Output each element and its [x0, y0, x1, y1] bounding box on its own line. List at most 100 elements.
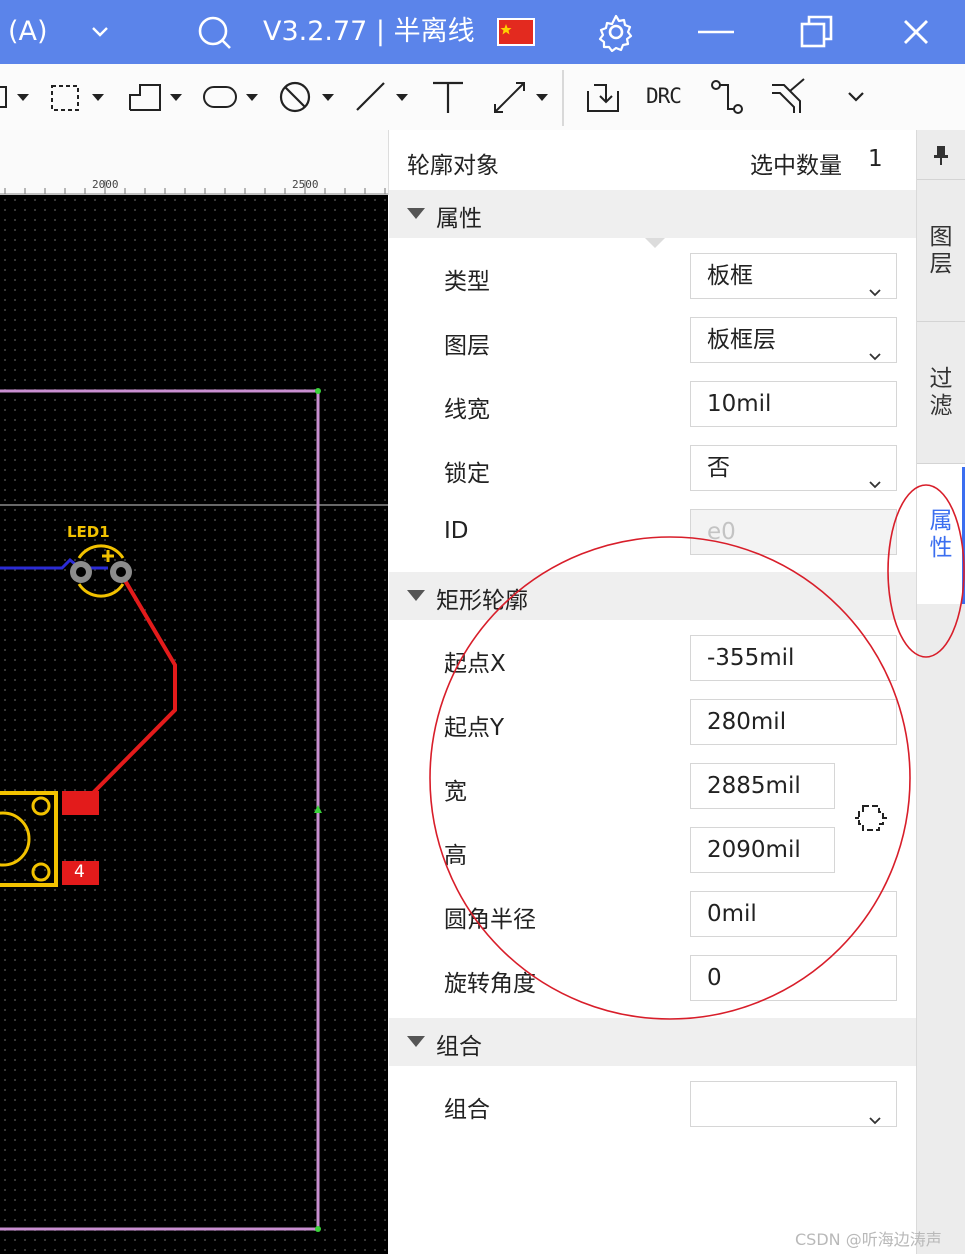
toolbar-separator	[562, 70, 564, 126]
width-input[interactable]: 2885mil	[690, 763, 835, 809]
field-label: 高	[444, 843, 467, 869]
tab-layers[interactable]: 图层	[917, 224, 965, 280]
led-silkscreen-arc	[77, 544, 125, 559]
ruler-tick-label: 2000	[92, 178, 119, 191]
minimize-icon[interactable]	[696, 12, 736, 52]
outline-vertex[interactable]	[315, 388, 321, 394]
row-id: ID e0	[389, 501, 916, 565]
pcb-canvas[interactable]: LED1 4	[0, 195, 388, 1254]
more-tools-chevron-icon[interactable]	[838, 77, 874, 117]
switch-mount-hole	[31, 862, 51, 882]
layer-select[interactable]: 板框层	[690, 317, 897, 363]
field-label: 图层	[444, 333, 490, 359]
tab-divider	[917, 321, 965, 322]
row-layer: 图层 板框层	[389, 309, 916, 373]
ruler-tick-label: 2500	[292, 178, 319, 191]
chevron-down-icon[interactable]	[80, 12, 120, 52]
drc-button[interactable]: DRC	[646, 84, 682, 108]
differential-route-icon[interactable]	[770, 77, 810, 117]
field-label: 起点Y	[444, 715, 505, 741]
selected-count-label: 选中数量	[750, 153, 842, 179]
row-rotation: 旋转角度 0	[389, 947, 916, 1011]
field-label: 旋转角度	[444, 971, 536, 997]
section-header-properties[interactable]: 属性	[389, 190, 916, 238]
lock-ratio-icon[interactable]	[853, 798, 889, 838]
section-title: 矩形轮廓	[436, 588, 528, 614]
forbidden-area-tool-icon[interactable]	[276, 77, 338, 117]
row-start-y: 起点Y 280mil	[389, 691, 916, 755]
pad-number: 4	[74, 862, 85, 882]
chevron-down-icon	[868, 270, 882, 314]
start-y-input[interactable]: 280mil	[690, 699, 897, 745]
edition-label: (A)	[8, 16, 48, 47]
selection-tool-icon[interactable]	[48, 77, 110, 117]
field-label: 宽	[444, 779, 467, 805]
section-title: 属性	[436, 206, 482, 232]
row-type: 类型 板框	[389, 245, 916, 309]
led-silkscreen-arc	[77, 583, 125, 598]
toolbar: DRC	[0, 64, 965, 131]
panel-header: 轮廓对象 选中数量 1	[389, 130, 916, 190]
text-tool-icon[interactable]	[428, 77, 468, 117]
top-layer-track[interactable]	[72, 570, 177, 800]
dimension-tool-icon[interactable]	[490, 77, 554, 117]
switch-pad[interactable]	[62, 791, 99, 815]
chevron-down-icon	[868, 334, 882, 378]
lock-select[interactable]: 否	[690, 445, 897, 491]
watermark: CSDN @听海边涛声	[795, 1230, 942, 1249]
field-label: ID	[444, 518, 469, 544]
chevron-down-icon	[868, 1098, 882, 1142]
switch-mount-hole	[31, 796, 51, 816]
oval-tool-icon[interactable]	[200, 77, 266, 117]
board-outline-tool-icon[interactable]	[0, 77, 36, 117]
route-tool-icon[interactable]	[708, 77, 748, 117]
led-pad-hole	[76, 567, 86, 577]
restore-icon[interactable]	[797, 12, 837, 52]
outline-midpoint[interactable]	[314, 805, 322, 813]
corner-radius-input[interactable]: 0mil	[690, 891, 897, 937]
type-select[interactable]: 板框	[690, 253, 897, 299]
field-label: 类型	[444, 269, 490, 295]
outline-vertex[interactable]	[315, 1226, 321, 1232]
group-select[interactable]	[690, 1081, 897, 1127]
row-group: 组合	[389, 1073, 916, 1137]
tab-divider	[917, 179, 965, 180]
rotation-input[interactable]: 0	[690, 955, 897, 1001]
led-pad-hole	[116, 567, 126, 577]
start-x-input[interactable]: -355mil	[690, 635, 897, 681]
bottom-layer-track[interactable]	[0, 557, 108, 570]
search-icon[interactable]	[194, 12, 234, 52]
collapse-triangle-icon[interactable]	[407, 208, 425, 219]
china-flag-icon[interactable]	[497, 18, 535, 46]
polyline-tool-icon[interactable]	[126, 77, 188, 117]
row-start-x: 起点X -355mil	[389, 627, 916, 691]
field-label: 线宽	[444, 397, 490, 423]
version-label: V3.2.77 | 半离线	[263, 16, 475, 47]
title-bar: (A) V3.2.77 | 半离线	[0, 0, 965, 64]
close-icon[interactable]	[896, 12, 936, 52]
pin-icon[interactable]	[931, 144, 951, 170]
collapse-triangle-icon[interactable]	[407, 1036, 425, 1047]
height-input[interactable]: 2090mil	[690, 827, 835, 873]
row-height: 高 2090mil	[389, 819, 916, 883]
panel-title: 轮廓对象	[407, 153, 499, 179]
tab-filter[interactable]: 过滤	[917, 366, 965, 422]
section-header-group[interactable]: 组合	[389, 1018, 916, 1066]
line-width-input[interactable]: 10mil	[690, 381, 897, 427]
tab-properties[interactable]: 属性	[917, 464, 965, 604]
switch-button-circle	[0, 811, 31, 867]
row-corner-radius: 圆角半径 0mil	[389, 883, 916, 947]
section-header-rect-outline[interactable]: 矩形轮廓	[389, 572, 916, 620]
gear-icon[interactable]	[596, 12, 636, 52]
top-ruler: 2000 2500	[0, 130, 389, 195]
chevron-down-icon	[868, 462, 882, 506]
line-tool-icon[interactable]	[352, 77, 414, 117]
selected-count-value: 1	[868, 146, 883, 172]
row-width: 宽 2885mil	[389, 755, 916, 819]
side-tabs: 图层 过滤 属性	[916, 130, 965, 1254]
collapse-triangle-icon[interactable]	[407, 590, 425, 601]
field-label: 圆角半径	[444, 907, 536, 933]
import-changes-icon[interactable]	[584, 77, 624, 117]
field-label: 锁定	[444, 461, 490, 487]
led-designator: LED1	[67, 523, 110, 541]
